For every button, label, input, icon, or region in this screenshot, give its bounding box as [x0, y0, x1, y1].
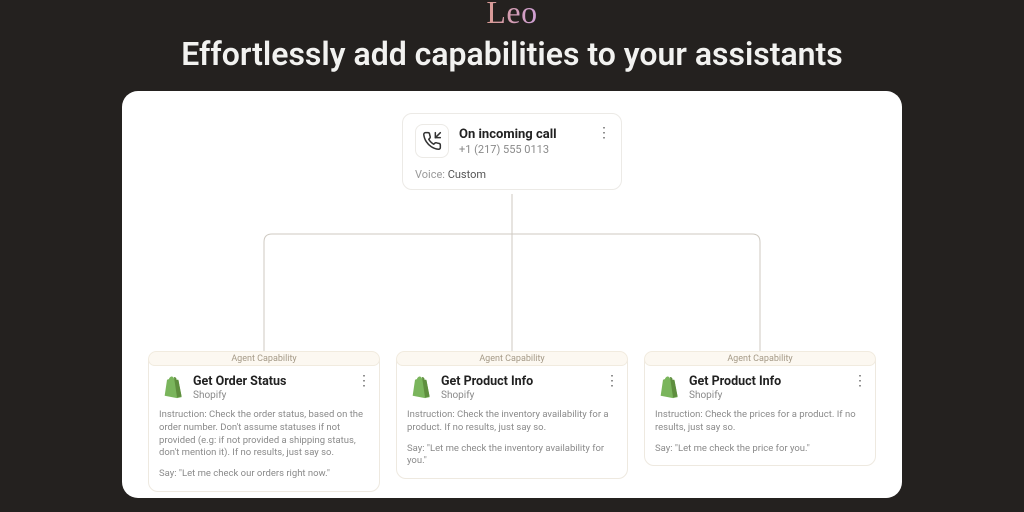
trigger-subtitle: +1 (217) 555 0113 — [459, 143, 557, 156]
flow-canvas: On incoming call +1 (217) 555 0113 ⋮ Voi… — [122, 91, 902, 498]
trigger-title: On incoming call — [459, 127, 557, 142]
capability-say: Say: "Let me check the inventory availab… — [407, 443, 617, 469]
voice-value: Custom — [448, 168, 486, 181]
voice-label: Voice: — [415, 168, 445, 181]
capability-badge: Agent Capability — [644, 351, 876, 366]
voice-row: Voice: Custom — [415, 168, 609, 181]
capability-title: Get Order Status — [193, 374, 286, 389]
more-menu-button[interactable]: ⋮ — [357, 374, 371, 388]
capability-source: Shopify — [689, 390, 781, 401]
capability-badge: Agent Capability — [396, 351, 628, 366]
shopify-icon — [407, 374, 433, 400]
page-headline: Effortlessly add capabilities to your as… — [181, 35, 843, 73]
capability-title: Get Product Info — [441, 374, 533, 389]
capability-card[interactable]: Agent Capability Get Order Status Shopif… — [148, 351, 380, 492]
trigger-card[interactable]: On incoming call +1 (217) 555 0113 ⋮ Voi… — [402, 113, 622, 190]
shopify-icon — [655, 374, 681, 400]
capability-title: Get Product Info — [689, 374, 781, 389]
shopify-icon — [159, 374, 185, 400]
brand-logo: Leo — [486, 0, 537, 31]
more-menu-button[interactable]: ⋮ — [853, 374, 867, 388]
capability-card[interactable]: Agent Capability Get Product Info Shopif… — [396, 351, 628, 479]
more-menu-button[interactable]: ⋮ — [605, 374, 619, 388]
more-menu-button[interactable]: ⋮ — [597, 126, 611, 140]
capability-instruction: Instruction: Check the prices for a prod… — [655, 409, 865, 435]
capability-source: Shopify — [193, 390, 286, 401]
capability-source: Shopify — [441, 390, 533, 401]
capability-card[interactable]: Agent Capability Get Product Info Shopif… — [644, 351, 876, 466]
phone-incoming-icon — [415, 124, 449, 158]
capability-instruction: Instruction: Check the order status, bas… — [159, 409, 369, 460]
capability-say: Say: "Let me check our orders right now.… — [159, 468, 369, 481]
capability-say: Say: "Let me check the price for you." — [655, 443, 865, 456]
capability-badge: Agent Capability — [148, 351, 380, 366]
capability-instruction: Instruction: Check the inventory availab… — [407, 409, 617, 435]
